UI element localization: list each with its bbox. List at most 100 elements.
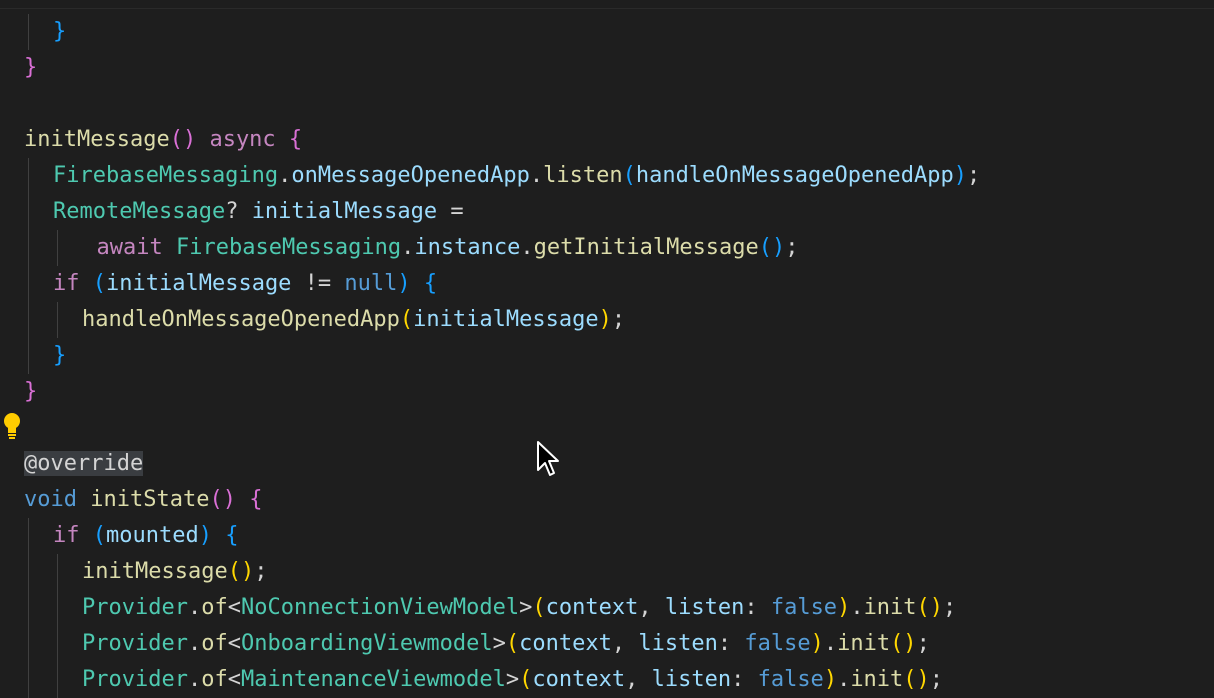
code-line[interactable]: } <box>24 374 37 410</box>
code-token: listen <box>638 631 718 656</box>
code-token: } <box>53 343 67 368</box>
code-token: instance <box>414 235 521 260</box>
code-token: () <box>758 235 786 260</box>
code-token: init <box>837 631 891 656</box>
code-token: ; <box>611 307 626 332</box>
indent-guide <box>57 230 58 266</box>
code-line[interactable]: await FirebaseMessaging.instance.getInit… <box>97 230 799 266</box>
code-token: of <box>201 631 228 656</box>
code-token: } <box>53 19 67 44</box>
indent-guide <box>28 266 29 302</box>
indent-guide <box>28 554 29 590</box>
indent-guide <box>57 554 58 590</box>
code-token: ? <box>225 199 252 224</box>
code-token: > <box>519 595 533 620</box>
code-line[interactable]: FirebaseMessaging.onMessageOpenedApp.lis… <box>53 158 980 194</box>
code-token: ) <box>810 631 824 656</box>
code-token: ) <box>823 667 838 692</box>
code-token: null <box>344 271 398 296</box>
indent-guide <box>28 14 29 50</box>
code-token: ; <box>916 631 930 656</box>
code-token: . <box>187 631 202 656</box>
code-token: () <box>169 127 197 152</box>
code-token: < <box>227 667 241 692</box>
code-token: ( <box>622 163 636 188</box>
code-token: ( <box>532 595 546 620</box>
code-token: listen <box>664 595 745 620</box>
code-token: ( <box>505 631 520 656</box>
code-token: . <box>850 595 864 620</box>
code-token: OnboardingViewmodel <box>240 631 493 656</box>
code-line[interactable]: if (initialMessage != null) { <box>53 266 437 302</box>
code-token: ; <box>929 667 944 692</box>
code-token: } <box>24 55 38 80</box>
code-token: ) <box>598 307 612 332</box>
code-token: initState <box>90 487 210 512</box>
indent-guide <box>28 194 29 230</box>
code-token: ( <box>92 523 106 548</box>
code-token: . <box>823 631 838 656</box>
code-token: MaintenanceViewmodel <box>240 667 506 692</box>
indent-guide <box>57 302 58 338</box>
code-token: } <box>24 379 38 404</box>
code-token: handleOnMessageOpenedApp <box>635 163 954 188</box>
code-token: < <box>227 595 241 620</box>
code-token: NoConnectionViewModel <box>240 595 520 620</box>
code-token: @override <box>24 451 144 476</box>
code-token: () <box>903 667 930 692</box>
code-token: if <box>53 271 93 296</box>
indent-guide <box>28 338 29 374</box>
code-token: { <box>225 523 239 548</box>
code-token: . <box>401 235 415 260</box>
code-token: Provider <box>82 631 188 656</box>
code-token: . <box>529 163 544 188</box>
code-token: ; <box>943 595 957 620</box>
code-line[interactable]: RemoteMessage? initialMessage = <box>53 194 464 230</box>
code-token: . <box>187 595 202 620</box>
code-line[interactable]: } <box>24 50 37 86</box>
code-token: mounted <box>106 523 199 548</box>
indent-guide <box>28 230 29 266</box>
code-token: listen <box>651 667 732 692</box>
lightbulb-icon[interactable] <box>2 412 22 442</box>
code-token: initialMessage <box>413 307 599 332</box>
code-token: ) <box>397 271 424 296</box>
indent-guide <box>57 626 58 662</box>
code-line[interactable]: void initState() { <box>24 482 262 518</box>
code-line[interactable]: Provider.of<MaintenanceViewmodel>(contex… <box>82 662 943 698</box>
code-token: context <box>545 595 639 620</box>
code-line[interactable]: } <box>53 14 66 50</box>
code-token: . <box>520 235 534 260</box>
code-token: . <box>278 163 292 188</box>
code-token: () <box>209 487 250 512</box>
code-line[interactable]: initMessage() async { <box>24 122 302 158</box>
code-token: ; <box>785 235 799 260</box>
code-token: initMessage <box>82 559 228 584</box>
code-line[interactable]: } <box>53 338 66 374</box>
code-line[interactable]: Provider.of<OnboardingViewmodel>(context… <box>82 626 930 662</box>
code-token: listen <box>543 163 623 188</box>
code-line[interactable]: if (mounted) { <box>53 518 238 554</box>
code-token: { <box>288 127 303 152</box>
indent-guide <box>28 590 29 626</box>
code-line[interactable]: @override <box>24 446 144 482</box>
code-editor[interactable]: }} initMessage() async {FirebaseMessaging… <box>0 0 1214 698</box>
code-token: ; <box>254 559 268 584</box>
indent-guide <box>28 518 29 554</box>
code-token: false <box>757 667 824 692</box>
code-token: initialMessage <box>251 199 438 224</box>
code-token: context <box>532 667 626 692</box>
code-token: onMessageOpenedApp <box>291 163 530 188</box>
code-token: . <box>187 667 202 692</box>
code-line[interactable]: initMessage(); <box>82 554 267 590</box>
code-token: Provider <box>82 667 188 692</box>
code-line[interactable]: handleOnMessageOpenedApp(initialMessage)… <box>82 302 625 338</box>
code-token: ( <box>92 271 106 296</box>
code-token: ) <box>198 523 226 548</box>
code-token: of <box>201 667 228 692</box>
code-token: FirebaseMessaging <box>53 163 279 188</box>
code-token: : <box>717 631 745 656</box>
code-token: . <box>837 667 851 692</box>
code-line[interactable]: Provider.of<NoConnectionViewModel>(conte… <box>82 590 956 626</box>
code-token: FirebaseMessaging <box>175 235 402 260</box>
